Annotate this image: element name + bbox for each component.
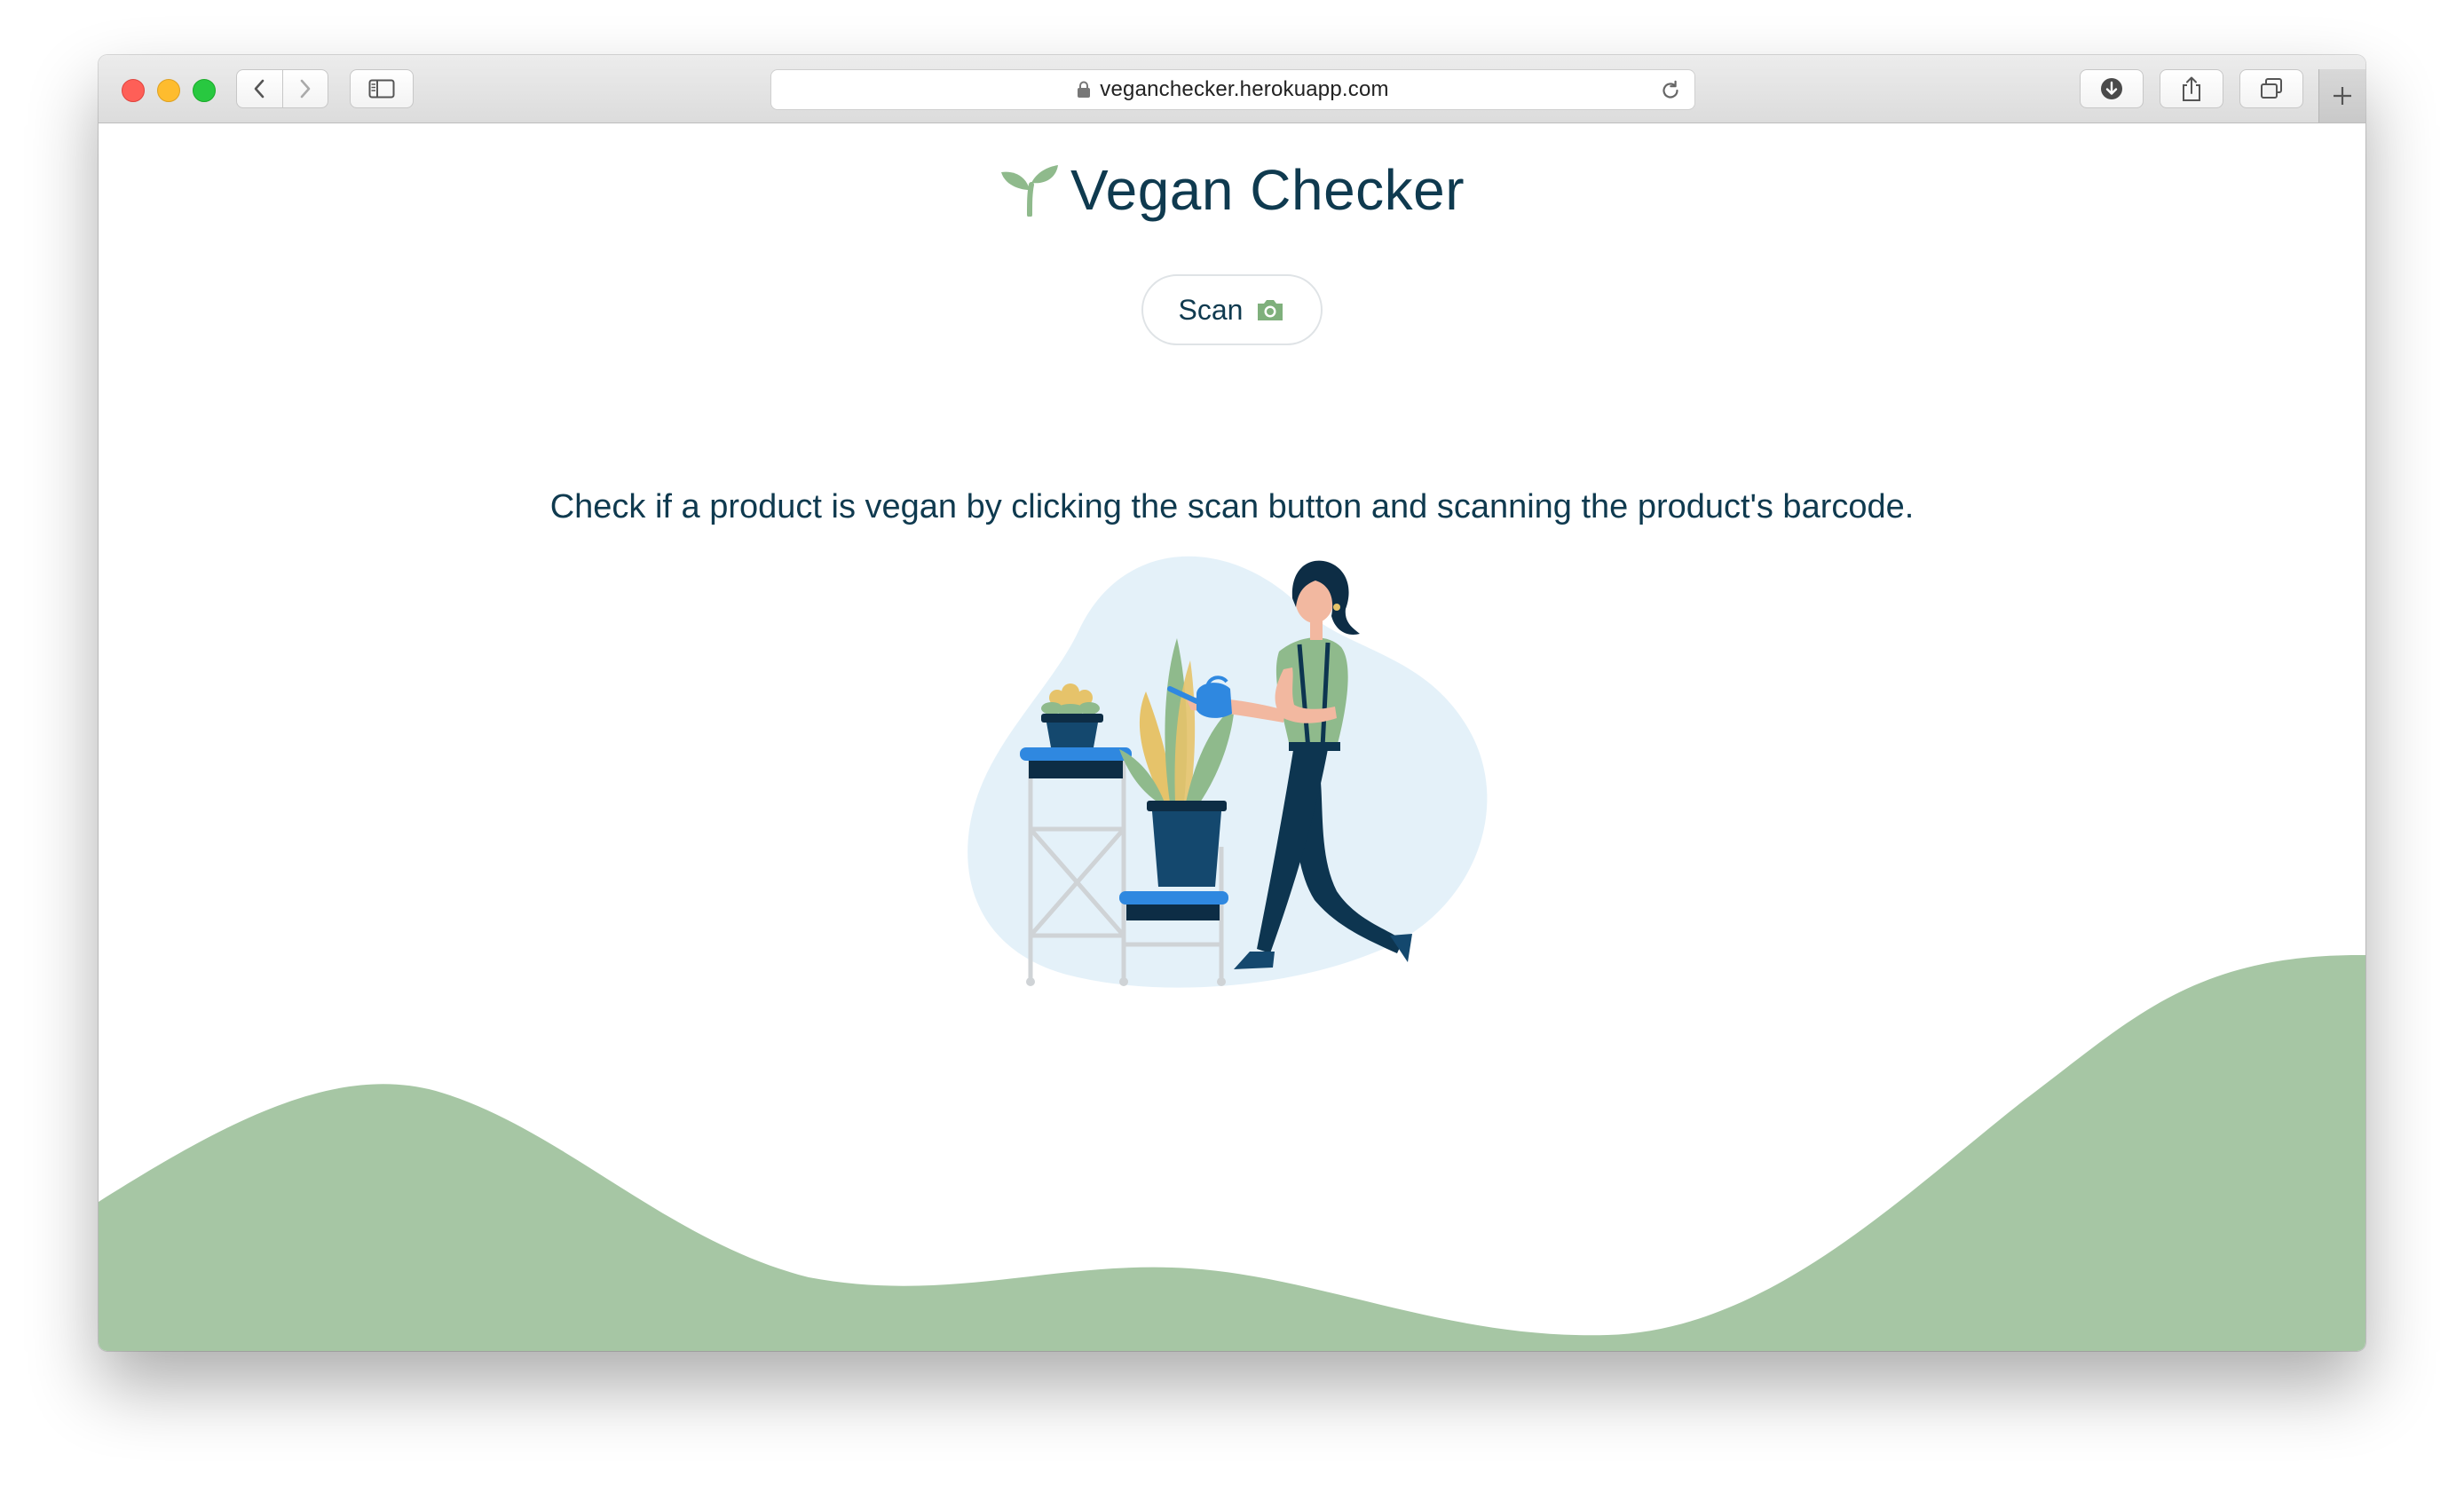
downloads-button[interactable]	[2080, 69, 2144, 108]
scan-button[interactable]: Scan	[1141, 274, 1323, 345]
chevron-right-icon	[300, 79, 311, 99]
forward-button[interactable]	[281, 70, 328, 107]
chevron-left-icon	[254, 79, 265, 99]
back-button[interactable]	[237, 70, 282, 107]
camera-icon	[1258, 300, 1283, 320]
plus-icon	[2334, 87, 2351, 105]
download-icon	[2101, 78, 2122, 99]
scan-button-label: Scan	[1178, 293, 1244, 326]
navigation-buttons	[236, 69, 328, 108]
watering-plants-illustration	[967, 556, 1488, 988]
share-icon	[2183, 76, 2200, 101]
instruction-text: Check if a product is vegan by clicking …	[549, 488, 1915, 525]
reload-icon[interactable]	[1659, 79, 1682, 102]
url-text: veganchecker.herokuapp.com	[1100, 77, 1389, 101]
minimize-window-button[interactable]	[157, 79, 180, 102]
app-title: Vegan Checker	[1070, 158, 1465, 222]
tab-overview-button[interactable]	[2239, 69, 2303, 108]
tabs-overview-icon	[2261, 78, 2282, 99]
zoom-window-button[interactable]	[193, 79, 216, 102]
brand-header: Vegan Checker	[99, 157, 2365, 223]
sidebar-icon	[368, 79, 395, 99]
close-window-button[interactable]	[122, 79, 145, 102]
address-bar[interactable]: veganchecker.herokuapp.com	[770, 69, 1695, 110]
share-button[interactable]	[2160, 69, 2223, 108]
sidebar-button[interactable]	[350, 69, 414, 108]
new-tab-button[interactable]	[2318, 69, 2365, 122]
desktop-background: veganchecker.herokuapp.com Vegan Checker…	[0, 0, 2464, 1493]
page-content: Vegan Checker Scan Check if a product is…	[99, 123, 2365, 1351]
lock-icon	[1078, 81, 1091, 98]
browser-toolbar: veganchecker.herokuapp.com	[99, 55, 2365, 123]
browser-window: veganchecker.herokuapp.com Vegan Checker…	[99, 55, 2365, 1351]
sprout-icon	[1000, 165, 1058, 217]
